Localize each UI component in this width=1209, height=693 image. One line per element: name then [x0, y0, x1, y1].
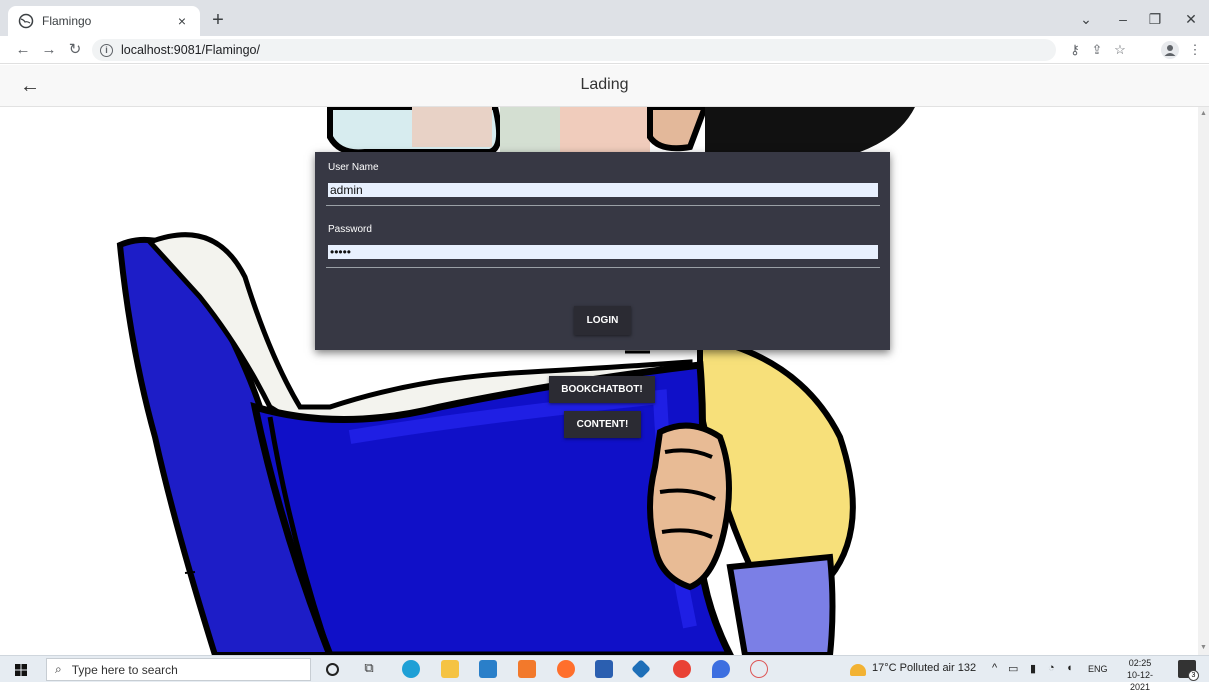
content-button[interactable]: CONTENT!: [564, 411, 641, 438]
page-scrollbar[interactable]: ▲ ▼: [1198, 107, 1209, 655]
restore-icon[interactable]: ❐: [1140, 8, 1170, 30]
forward-icon[interactable]: →: [38, 39, 60, 61]
battery-icon[interactable]: ▮: [1030, 662, 1036, 675]
weather-icon[interactable]: [850, 664, 866, 676]
username-label: User Name: [328, 162, 379, 173]
notification-count-badge: 3: [1188, 670, 1199, 681]
scroll-up-arrow-icon[interactable]: ▲: [1200, 110, 1207, 117]
browser-tabstrip: Flamingo × + ⌄ – ❐ ✕: [0, 0, 1209, 36]
login-button[interactable]: LOGIN: [574, 306, 631, 335]
clock-date: 10-12-2021: [1126, 670, 1153, 692]
xampp-icon[interactable]: [518, 660, 536, 678]
profile-avatar-icon[interactable]: [1161, 41, 1179, 59]
scroll-down-arrow-icon[interactable]: ▼: [1200, 644, 1207, 651]
word-icon[interactable]: [595, 660, 613, 678]
weather-text[interactable]: 17°C Polluted air 132: [872, 662, 976, 674]
clock-time: 02:25: [1128, 658, 1152, 668]
bookchatbot-button[interactable]: BOOKCHATBOT!: [549, 376, 655, 403]
windows-start-icon[interactable]: [15, 664, 27, 676]
info-icon[interactable]: i: [100, 43, 113, 57]
minimize-icon[interactable]: –: [1108, 8, 1138, 30]
edge-icon[interactable]: [402, 660, 420, 678]
password-input[interactable]: •••••: [328, 245, 878, 259]
password-label: Password: [328, 224, 372, 235]
wifi-icon[interactable]: ◔: [1048, 662, 1055, 674]
firefox-icon[interactable]: [557, 660, 575, 678]
meet-now-icon[interactable]: ▭: [1008, 662, 1018, 675]
browser-tab[interactable]: Flamingo ×: [8, 6, 200, 36]
new-tab-button[interactable]: +: [206, 9, 230, 33]
volume-icon[interactable]: ◖: [1066, 662, 1073, 674]
mail-icon[interactable]: [479, 660, 497, 678]
search-icon: ⌕: [55, 662, 62, 676]
globe-icon: [18, 13, 34, 29]
notification-center-icon[interactable]: 3: [1178, 660, 1199, 681]
menu-kebab-icon[interactable]: ⋮: [1184, 39, 1206, 61]
bookmark-star-icon[interactable]: ☆: [1109, 39, 1131, 61]
language-indicator[interactable]: ENG: [1088, 664, 1108, 674]
username-underline: [326, 205, 880, 206]
username-input[interactable]: admin: [328, 183, 878, 197]
taskbar-search-placeholder: Type here to search: [71, 662, 178, 677]
chrome-icon[interactable]: [673, 660, 691, 678]
app-header: ← Lading: [0, 65, 1209, 107]
url-text: localhost:9081/Flamingo/: [121, 43, 260, 57]
tray-chevron-icon[interactable]: ^: [992, 662, 997, 674]
login-form: User Name admin Password ••••• LOGIN: [315, 152, 890, 350]
page-title: Lading: [580, 76, 629, 93]
close-window-icon[interactable]: ✕: [1176, 8, 1206, 30]
windows-taskbar: ⌕ Type here to search ⧉ 17°C Polluted ai…: [0, 655, 1209, 692]
cortana-icon[interactable]: [326, 663, 339, 676]
task-view-icon[interactable]: ⧉: [360, 660, 378, 678]
share-icon[interactable]: ⇪: [1086, 39, 1108, 61]
vscode-icon[interactable]: [631, 659, 651, 679]
password-underline: [326, 267, 880, 268]
file-explorer-icon[interactable]: [441, 660, 459, 678]
tab-close-icon[interactable]: ×: [174, 13, 190, 29]
key-icon[interactable]: ⚷: [1064, 39, 1086, 61]
address-bar[interactable]: i localhost:9081/Flamingo/: [92, 39, 1056, 61]
snip-icon[interactable]: [750, 660, 768, 678]
back-icon[interactable]: ←: [12, 39, 34, 61]
tab-search-icon[interactable]: ⌄: [1071, 8, 1101, 30]
tab-title: Flamingo: [42, 14, 92, 28]
reload-icon[interactable]: ↻: [64, 39, 86, 61]
taskbar-search-box[interactable]: ⌕ Type here to search: [46, 658, 311, 681]
taskbar-clock[interactable]: 02:25 10-12-2021: [1117, 657, 1163, 693]
app-drop-icon[interactable]: [712, 660, 730, 678]
browser-toolbar: ← → ↻ i localhost:9081/Flamingo/ ⚷ ⇪ ☆ ⋮: [0, 36, 1209, 64]
